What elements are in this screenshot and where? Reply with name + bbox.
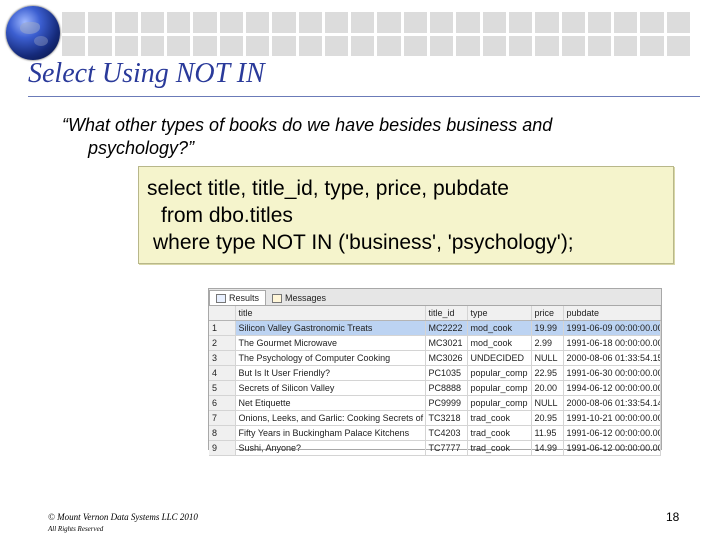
cell-title-id[interactable]: PC1035 <box>425 365 468 381</box>
cell-rownum[interactable]: 7 <box>209 410 236 426</box>
results-tabs: Results Messages <box>209 289 661 306</box>
cell-title[interactable]: But Is It User Friendly? <box>235 365 426 381</box>
footer-rights: All Rights Reserved <box>48 525 104 533</box>
cell-price[interactable]: 20.00 <box>531 380 564 396</box>
page-number: 18 <box>666 510 680 524</box>
cell-pubdate[interactable]: 1991-06-09 00:00:00.000 <box>563 320 661 336</box>
quote-line-2: psychology?” <box>88 138 195 158</box>
tab-results-label: Results <box>229 293 260 303</box>
cell-title[interactable]: Silicon Valley Gastronomic Treats <box>235 320 426 336</box>
cell-title-id[interactable]: PC8888 <box>425 380 468 396</box>
column-header-rownum <box>209 306 236 321</box>
cell-price[interactable]: NULL <box>531 350 564 366</box>
cell-rownum[interactable]: 9 <box>209 440 236 456</box>
cell-pubdate[interactable]: 1991-06-18 00:00:00.000 <box>563 335 661 351</box>
results-header-row: title title_id type price pubdate <box>209 306 661 321</box>
cell-title[interactable]: The Gourmet Microwave <box>235 335 426 351</box>
title-divider <box>28 96 700 97</box>
query-results-panel: Results Messages title title_id type pri… <box>208 288 662 456</box>
cell-price[interactable]: 2.99 <box>531 335 564 351</box>
cell-title-id[interactable]: TC4203 <box>425 425 468 441</box>
message-icon <box>272 293 283 303</box>
table-row[interactable]: 8 Fifty Years in Buckingham Palace Kitche… <box>209 425 661 441</box>
cell-pubdate[interactable]: 1991-06-12 00:00:00.000 <box>563 425 661 441</box>
table-row[interactable]: 6 Net Etiquette PC9999 popular_comp NULL 2000… <box>209 395 661 411</box>
cell-price[interactable]: 11.95 <box>531 425 564 441</box>
cell-price[interactable]: 22.95 <box>531 365 564 381</box>
cell-price[interactable]: 19.99 <box>531 320 564 336</box>
question-quote: “What other types of books do we have be… <box>62 114 622 160</box>
sql-code-box: select title, title_id, type, price, pub… <box>138 166 674 264</box>
cell-title[interactable]: Net Etiquette <box>235 395 426 411</box>
cell-title-id[interactable]: TC7777 <box>425 440 468 456</box>
table-row[interactable]: 3 The Psychology of Computer Cooking MC302… <box>209 350 661 366</box>
tab-messages[interactable]: Messages <box>266 291 332 305</box>
cell-title-id[interactable]: MC2222 <box>425 320 468 336</box>
cell-title[interactable]: Secrets of Silicon Valley <box>235 380 426 396</box>
cell-type[interactable]: trad_cook <box>467 425 532 441</box>
cell-title-id[interactable]: PC9999 <box>425 395 468 411</box>
cell-type[interactable]: popular_comp <box>467 365 532 381</box>
cell-rownum[interactable]: 2 <box>209 335 236 351</box>
cell-rownum[interactable]: 5 <box>209 380 236 396</box>
cell-pubdate[interactable]: 1991-06-12 00:00:00.000 <box>563 440 661 456</box>
slide-title: Select Using NOT IN <box>28 58 265 89</box>
cell-pubdate[interactable]: 2000-08-06 01:33:54.140 <box>563 395 661 411</box>
cell-rownum[interactable]: 8 <box>209 425 236 441</box>
cell-price[interactable]: NULL <box>531 395 564 411</box>
quote-line-1: “What other types of books do we have be… <box>62 115 553 135</box>
column-header-pubdate[interactable]: pubdate <box>563 306 661 321</box>
tab-results[interactable]: Results <box>209 290 267 305</box>
column-header-type[interactable]: type <box>467 306 532 321</box>
grid-icon <box>216 293 226 303</box>
cell-title-id[interactable]: TC3218 <box>425 410 468 426</box>
column-header-title-id[interactable]: title_id <box>425 306 468 321</box>
cell-title[interactable]: Fifty Years in Buckingham Palace Kitchen… <box>235 425 426 441</box>
footer-copyright: © Mount Vernon Data Systems LLC 2010 <box>48 512 198 522</box>
cell-title-id[interactable]: MC3026 <box>425 350 468 366</box>
cell-type[interactable]: UNDECIDED <box>467 350 532 366</box>
cell-pubdate[interactable]: 1991-10-21 00:00:00.000 <box>563 410 661 426</box>
cell-price[interactable]: 20.95 <box>531 410 564 426</box>
results-grid: title title_id type price pubdate 1 Silic… <box>209 306 661 456</box>
column-header-title[interactable]: title <box>235 306 426 321</box>
tab-messages-label: Messages <box>285 293 327 303</box>
table-row[interactable]: 2 The Gourmet Microwave MC3021 mod_cook 2.99… <box>209 335 661 351</box>
cell-pubdate[interactable]: 1991-06-30 00:00:00.000 <box>563 365 661 381</box>
cell-title-id[interactable]: MC3021 <box>425 335 468 351</box>
code-line-1: select title, title_id, type, price, pub… <box>147 177 509 200</box>
table-row[interactable]: 5 Secrets of Silicon Valley PC8888 popular_… <box>209 380 661 396</box>
globe-logo-icon <box>6 6 60 60</box>
table-row[interactable]: 7 Onions, Leeks, and Garlic: Cooking Secr… <box>209 410 661 426</box>
table-row[interactable]: 9 Sushi, Anyone? TC7777 trad_cook 14.99 1991-… <box>209 440 661 456</box>
cell-rownum[interactable]: 4 <box>209 365 236 381</box>
cell-rownum[interactable]: 6 <box>209 395 236 411</box>
cell-rownum[interactable]: 1 <box>209 320 236 336</box>
cell-pubdate[interactable]: 1994-06-12 00:00:00.000 <box>563 380 661 396</box>
cell-rownum[interactable]: 3 <box>209 350 236 366</box>
cell-title[interactable]: The Psychology of Computer Cooking <box>235 350 426 366</box>
table-row[interactable]: 4 But Is It User Friendly? PC1035 popular_c… <box>209 365 661 381</box>
cell-type[interactable]: popular_comp <box>467 395 532 411</box>
cell-title[interactable]: Onions, Leeks, and Garlic: Cooking Secre… <box>235 410 426 426</box>
table-row[interactable]: 1 Silicon Valley Gastronomic Treats MC2222… <box>209 320 661 336</box>
cell-pubdate[interactable]: 2000-08-06 01:33:54.153 <box>563 350 661 366</box>
cell-type[interactable]: popular_comp <box>467 380 532 396</box>
cell-price[interactable]: 14.99 <box>531 440 564 456</box>
cell-type[interactable]: trad_cook <box>467 410 532 426</box>
column-header-price[interactable]: price <box>531 306 564 321</box>
header-decoration-grid <box>62 12 690 56</box>
cell-type[interactable]: mod_cook <box>467 320 532 336</box>
cell-title[interactable]: Sushi, Anyone? <box>235 440 426 456</box>
code-line-3: where type NOT IN ('business', 'psycholo… <box>153 231 574 254</box>
code-line-2: from dbo.titles <box>161 204 293 227</box>
cell-type[interactable]: mod_cook <box>467 335 532 351</box>
cell-type[interactable]: trad_cook <box>467 440 532 456</box>
